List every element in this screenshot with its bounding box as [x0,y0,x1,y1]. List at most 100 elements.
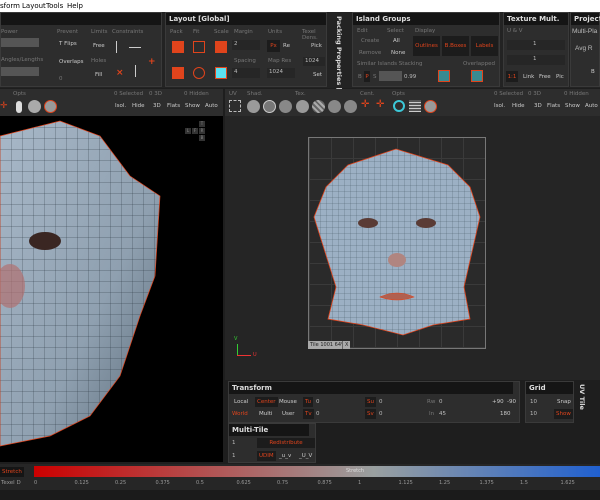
texel-density-tab[interactable]: Texel D [1,480,21,486]
fit-icon[interactable] [193,41,205,53]
hide-button[interactable]: Hide [132,103,145,109]
tv-button[interactable]: Tv [303,409,314,419]
uv-auto-button[interactable]: Auto [585,103,598,109]
lock-rotate-icon[interactable] [393,100,405,112]
outline-icon[interactable] [424,100,437,113]
shade-flat-icon[interactable] [247,100,260,113]
select-none-button[interactable]: None [391,50,405,56]
sv-input[interactable]: 0 [379,411,383,417]
outlines-button[interactable]: Outlines [413,36,440,56]
tex-checker2-icon[interactable] [328,100,341,113]
uv-3d-button[interactable]: 3D [534,103,542,109]
pack-islands-icon[interactable] [172,67,184,79]
view-left[interactable]: L [185,128,191,134]
pic-button[interactable]: Pic [556,74,564,80]
redistribute-button[interactable]: Redistribute [257,438,315,448]
margin-input[interactable]: 2 [232,40,260,50]
shade-grid-icon[interactable] [279,100,292,113]
tex-checker3-icon[interactable] [344,100,357,113]
unit-px-button[interactable]: Px [267,40,280,52]
select-all-button[interactable]: All [393,38,400,44]
texel-density-input[interactable]: 1024 [303,57,325,66]
center-button[interactable]: Center [255,397,278,407]
uv-show-button[interactable]: Show [565,103,580,109]
fit-scale-icon[interactable] [193,67,205,79]
tex-plain-icon[interactable] [296,100,309,113]
bboxes-button[interactable]: B.Boxes [442,36,469,56]
uv-viewport[interactable]: Tile 1001 64% X V U [225,116,600,380]
3d-viewport[interactable]: T L F R B [0,116,223,462]
rotate-minus-90-button[interactable]: -90 [507,399,516,405]
rw-input[interactable]: 0 [439,399,443,405]
overlaps-button[interactable]: Overlaps [59,59,83,65]
set-button[interactable]: Set [313,72,322,78]
menu-tools[interactable]: Tools [46,2,63,10]
grid-icon[interactable] [409,100,421,112]
uv-tile-tab[interactable]: UV Tile [578,384,586,410]
view-cube[interactable]: T L F R B [185,121,215,151]
map-res-input[interactable]: 1024 [267,68,295,78]
link-button[interactable]: Link [523,74,534,80]
free-button[interactable]: Free [93,43,105,49]
center-cross-icon[interactable]: ✛ [361,99,373,111]
view-right[interactable]: R [199,128,205,134]
t-flips-button[interactable]: T Flips [59,41,77,47]
stack-slider[interactable] [379,71,402,81]
stretch-tab[interactable]: Stretch [0,467,24,477]
world-button[interactable]: World [232,411,248,417]
menu-transform[interactable]: sform [0,2,20,10]
3d-button[interactable]: 3D [153,103,161,109]
horizontal-constraint-icon[interactable] [129,47,141,48]
pick-button[interactable]: Pick [311,43,322,49]
local-button[interactable]: Local [234,399,248,405]
light-icon[interactable] [16,101,22,113]
fill-button[interactable]: Fill [95,72,102,78]
labels-button[interactable]: Labels [471,36,498,56]
su-button[interactable]: Su [365,397,376,407]
view-top[interactable]: T [199,121,205,127]
rotate-plus-90-button[interactable]: +90 [492,399,504,405]
unit-re-button[interactable]: Re [283,43,290,49]
unpin-icon[interactable]: × [116,68,128,80]
free-mult-button[interactable]: Free [539,74,551,80]
mouse-button[interactable]: Mouse [279,399,297,405]
stack-b-button[interactable]: B [358,74,362,80]
shade-wire-icon[interactable] [263,100,276,113]
clear-constraints-icon[interactable]: + [148,57,160,69]
tex-checker-icon[interactable] [312,100,325,113]
v-mult-input[interactable]: 1 [507,55,565,65]
b-button[interactable]: B [591,69,595,75]
grid-show-button[interactable]: Show [554,409,573,419]
su-input[interactable]: 0 [379,399,383,405]
uv-flats-button[interactable]: Flats [547,103,560,109]
u-mult-input[interactable]: 1 [507,40,565,50]
scale-preserve-icon[interactable] [215,67,227,79]
grid-value-1[interactable]: 10 [530,399,537,405]
stack-s-button[interactable]: S [373,74,377,80]
spacing-input[interactable]: 4 [232,68,260,78]
center-target-icon[interactable]: ✛ [376,99,388,111]
stack-p-button[interactable]: P [364,71,370,82]
user-button[interactable]: User [282,411,295,417]
scale-icon[interactable] [215,41,227,53]
view-bottom[interactable]: B [199,135,205,141]
frame-icon[interactable] [229,100,241,112]
isolate-button[interactable]: Isol. [115,103,126,109]
menu-help[interactable]: Help [67,2,83,10]
outline-shade-icon[interactable] [44,100,57,113]
stack-value[interactable]: 0.99 [404,74,416,80]
ratio-button[interactable]: 1:1 [506,71,518,82]
wire-shade-icon[interactable] [28,100,41,113]
power-slider[interactable] [1,38,39,47]
uv-isolate-button[interactable]: Isol. [494,103,505,109]
vertical-constraint-icon[interactable] [135,65,136,77]
multi-tile-value-2[interactable]: 1 [232,453,236,459]
view-front[interactable]: F [192,128,198,134]
stack-icon[interactable] [438,70,450,82]
tu-input[interactable]: 0 [316,399,320,405]
rotate-180-button[interactable]: 180 [500,411,511,417]
snap-button[interactable]: Snap [557,399,571,405]
show-button[interactable]: Show [185,103,200,109]
tile-close-button[interactable]: X [342,341,351,349]
overlapped-icon[interactable] [471,70,483,82]
